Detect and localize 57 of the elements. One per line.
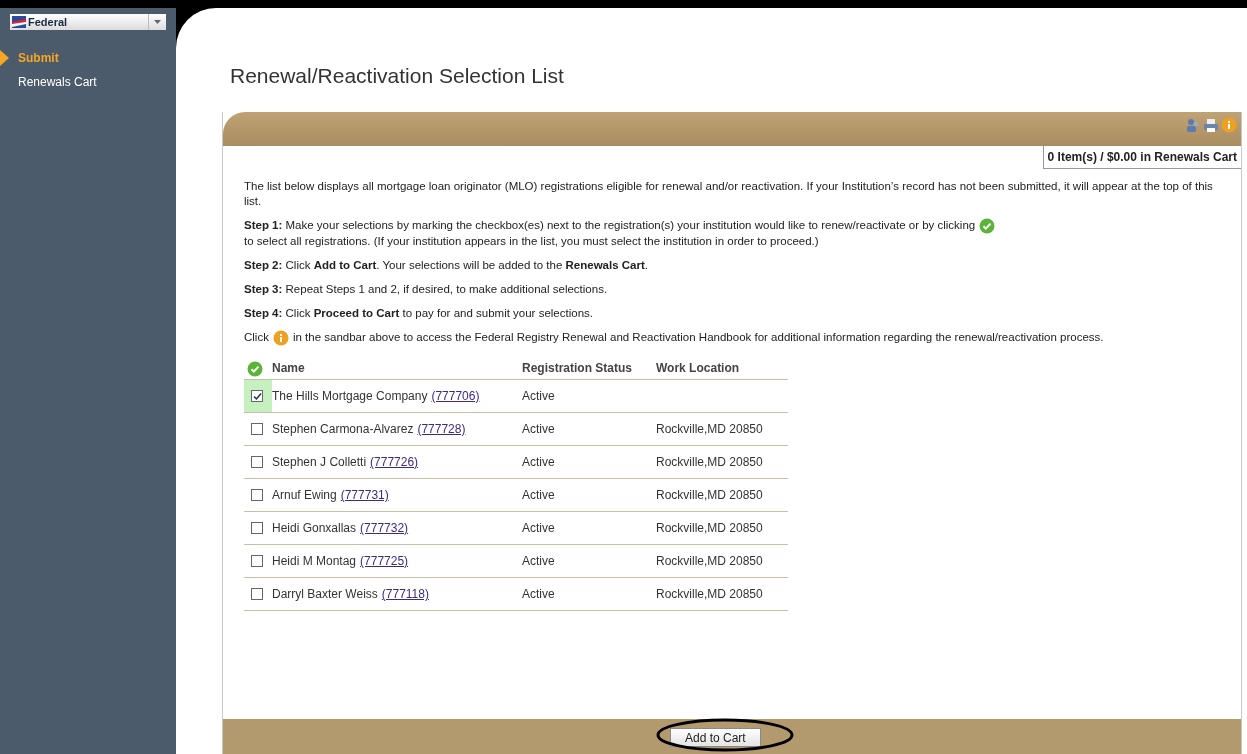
status-cell: Active — [522, 455, 555, 469]
registration-link[interactable]: (777731) — [340, 486, 389, 504]
add-to-cart-button[interactable]: Add to Cart — [670, 727, 761, 747]
instruction-text: Step 3: Repeat Steps 1 and 2, if desired, to make additional selections. — [244, 281, 608, 297]
name-text: The Hills Mortgage Company — [272, 388, 428, 405]
dropdown-value: Federal — [28, 14, 69, 30]
status-cell: Active — [522, 488, 555, 502]
federal-dropdown[interactable]: Federal — [10, 14, 166, 30]
location-cell: Rockville,MD 20850 — [656, 488, 763, 502]
column-header: Registration Status — [522, 357, 656, 380]
registration-link[interactable]: (777706) — [431, 387, 480, 405]
name-text: Heidi Gonxallas — [272, 520, 357, 537]
row-checkbox[interactable] — [251, 423, 263, 435]
instruction-text: in the sandbar above to access the Federal Registry Renewal and Reactivation Handbook for additional information regarding the renewal/reactivation process. — [292, 330, 1104, 345]
instruction-text: Click — [244, 330, 269, 345]
row-checkbox[interactable] — [251, 390, 263, 402]
registration-link[interactable]: (777118) — [381, 585, 429, 603]
help-icon — [1221, 116, 1237, 133]
location-cell: Rockville,MD 20850 — [656, 521, 763, 535]
instruction-text: Step 1: Make your selections by marking the checkbox(es) next to the registration(s) your institution would like to renew/reactivate or by clicking — [244, 218, 976, 233]
name-text: Darryl Baxter Weiss — [272, 586, 378, 603]
registration-link[interactable]: (777725) — [360, 552, 409, 570]
row-checkbox[interactable] — [251, 555, 263, 567]
location-cell: Rockville,MD 20850 — [656, 587, 763, 601]
status-cell: Active — [522, 389, 555, 403]
row-checkbox[interactable] — [251, 456, 263, 468]
column-header: Name — [272, 357, 522, 380]
location-cell: Rockville,MD 20850 — [656, 554, 763, 568]
cart-summary: 0 Item(s) / $0.00 in Renewals Cart — [1042, 145, 1241, 169]
instruction-text: Step 4: Click Proceed to Cart to pay for and submit your selections. — [244, 305, 593, 321]
instruction-text: Step 2: Click Add to Cart. Your selections will be added to the Renewals Cart. — [244, 257, 648, 273]
name-text: Stephen J Colletti — [272, 454, 367, 471]
printer-icon[interactable] — [1203, 116, 1219, 133]
sidebar-link[interactable]: Renewals Cart — [18, 73, 97, 91]
registration-link[interactable]: (777728) — [417, 420, 466, 438]
select-all-check-icon — [979, 217, 996, 234]
column-header: Work Location — [656, 357, 788, 380]
status-cell: Active — [522, 422, 555, 436]
registration-link[interactable]: (777726) — [370, 453, 419, 471]
instruction-text: The list below displays all mortgage loan originator (MLO) registrations eligible for renewal and/or reactivation. If your Institution’s record has not been submitted, it will appear at the top of this list. — [244, 178, 1214, 209]
row-checkbox[interactable] — [251, 522, 263, 534]
flag-icon — [12, 16, 26, 28]
status-cell: Active — [522, 554, 555, 568]
select-all-icon[interactable] — [247, 361, 263, 378]
page-title: Renewal/Reactivation Selection List — [230, 63, 565, 89]
location-cell: Rockville,MD 20850 — [656, 455, 763, 469]
help-icon — [272, 329, 289, 346]
registration-link[interactable]: (777732) — [360, 519, 409, 537]
status-cell: Active — [522, 587, 555, 601]
name-text: Stephen Carmona-Alvarez — [272, 421, 414, 438]
row-checkbox[interactable] — [251, 588, 263, 600]
status-cell: Active — [522, 521, 555, 535]
name-text: Arnuf Ewing — [272, 487, 337, 504]
row-checkbox[interactable] — [251, 489, 263, 501]
location-cell: Rockville,MD 20850 — [656, 422, 763, 436]
instruction-text: to select all registrations. (If your institution appears in the list, you must select the institution in order to proceed.) — [244, 233, 819, 249]
name-text: Heidi M Montag — [272, 553, 357, 570]
